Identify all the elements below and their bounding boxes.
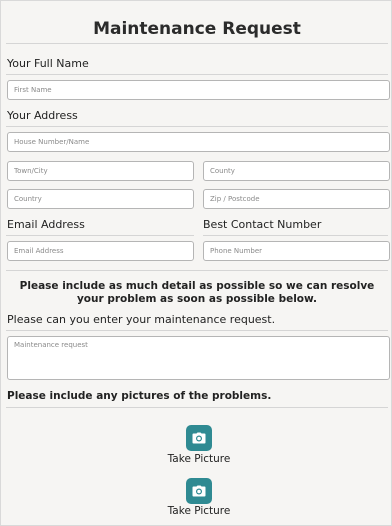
request-divider: [6, 330, 388, 331]
phone-divider: [203, 235, 388, 236]
zip-postcode-input[interactable]: [203, 189, 390, 209]
take-picture-button[interactable]: [186, 478, 212, 504]
house-number-input[interactable]: [7, 132, 390, 152]
address-divider: [6, 126, 388, 127]
first-name-input[interactable]: [7, 80, 390, 100]
email-label: Email Address: [7, 218, 85, 231]
maintenance-request-form: Maintenance Request Your Full Name Your …: [0, 0, 392, 526]
email-divider: [6, 235, 194, 236]
title-divider: [6, 43, 388, 44]
full-name-label: Your Full Name: [7, 57, 89, 70]
camera-icon: [192, 429, 206, 448]
country-input[interactable]: [7, 189, 194, 209]
contact-divider: [6, 270, 388, 271]
take-picture-label[interactable]: Take Picture: [139, 505, 259, 517]
email-input[interactable]: [7, 241, 194, 261]
address-label: Your Address: [7, 109, 78, 122]
maintenance-request-textarea[interactable]: [7, 336, 390, 380]
county-input[interactable]: [203, 161, 390, 181]
town-city-input[interactable]: [7, 161, 194, 181]
form-title: Maintenance Request: [93, 19, 301, 39]
phone-input[interactable]: [203, 241, 390, 261]
detail-notice: Please include as much detail as possibl…: [19, 280, 375, 305]
pictures-heading: Please include any pictures of the probl…: [7, 390, 272, 402]
request-label: Please can you enter your maintenance re…: [7, 313, 276, 326]
name-divider: [6, 74, 388, 75]
pictures-divider: [6, 407, 388, 408]
camera-icon: [192, 482, 206, 501]
take-picture-button[interactable]: [186, 425, 212, 451]
take-picture-label[interactable]: Take Picture: [139, 453, 259, 465]
phone-label: Best Contact Number: [203, 218, 322, 231]
